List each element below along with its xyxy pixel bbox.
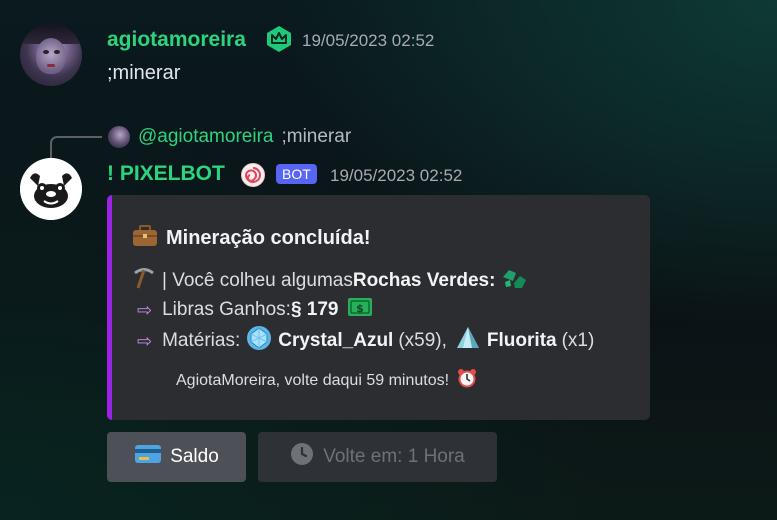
fluorite-label: Fluorita	[486, 330, 557, 351]
alarm-clock-icon	[457, 368, 477, 393]
crystal-label: Crystal_Azul	[278, 330, 394, 351]
embed-line-pounds: ⇨ Libras Ganhos: § 179 $	[137, 296, 373, 324]
embed-footer: AgiotaMoreira, volte daqui 59 minutos!	[176, 368, 477, 393]
pounds-text: Libras Ganhos:	[162, 299, 291, 320]
embed-line-materials: ⇨ Matérias: Crystal_Azul (x59), Fluorita…	[137, 325, 594, 357]
green-rocks-icon	[501, 267, 527, 295]
saldo-label: Saldo	[170, 446, 219, 467]
message-timestamp: 19/05/2023 02:52	[302, 31, 435, 50]
bot-avatar[interactable]	[20, 158, 82, 220]
embed-card: Mineração concluída! | Você colheu algum…	[107, 195, 650, 420]
bot-timestamp: 19/05/2023 02:52	[330, 166, 463, 185]
credit-card-icon	[134, 444, 162, 470]
reply-preview[interactable]: @agiotamoreira ;minerar	[138, 126, 351, 148]
crystal-icon	[246, 325, 272, 357]
pug-face-icon	[20, 158, 82, 220]
arrow-right-icon: ⇨	[137, 299, 153, 320]
reply-connector	[50, 136, 102, 158]
footer-text: AgiotaMoreira, volte daqui 59 minutos!	[176, 371, 450, 389]
user-avatar[interactable]	[20, 24, 82, 86]
username[interactable]: agiotamoreira	[107, 28, 246, 52]
volte-button[interactable]: Volte em: 1 Hora	[258, 432, 497, 482]
message-content: ;minerar	[107, 62, 181, 84]
bot-name[interactable]: ! PIXELBOT	[107, 162, 225, 186]
volte-label: Volte em: 1 Hora	[323, 446, 465, 467]
candy-icon	[241, 163, 265, 187]
money-icon: $	[347, 296, 373, 324]
embed-title: Mineração concluída!	[166, 226, 371, 249]
bot-tag: BOT	[276, 164, 317, 184]
reply-avatar[interactable]	[108, 126, 130, 148]
crown-shield-icon[interactable]	[265, 25, 293, 53]
svg-text:$: $	[356, 302, 364, 315]
arrow-right-icon: ⇨	[137, 330, 153, 351]
crystal-qty: (x59),	[398, 330, 447, 351]
reply-text: ;minerar	[281, 126, 352, 147]
reply-mention[interactable]: @agiotamoreira	[138, 126, 273, 148]
rocks-label: Rochas Verdes:	[352, 270, 496, 291]
embed-line-rocks: | Você colheu algumas Rochas Verdes:	[132, 267, 527, 295]
briefcase-icon	[132, 225, 158, 251]
fluorite-icon	[455, 326, 481, 356]
clock-icon	[290, 442, 314, 472]
saldo-button[interactable]: Saldo	[107, 432, 246, 482]
embed-title-row: Mineração concluída!	[132, 225, 371, 251]
pickaxe-icon	[132, 267, 156, 295]
rocks-text: | Você colheu algumas	[162, 270, 353, 291]
materials-text: Matérias:	[162, 330, 241, 351]
fluorite-qty: (x1)	[561, 330, 595, 351]
pounds-value: § 179	[290, 299, 339, 320]
